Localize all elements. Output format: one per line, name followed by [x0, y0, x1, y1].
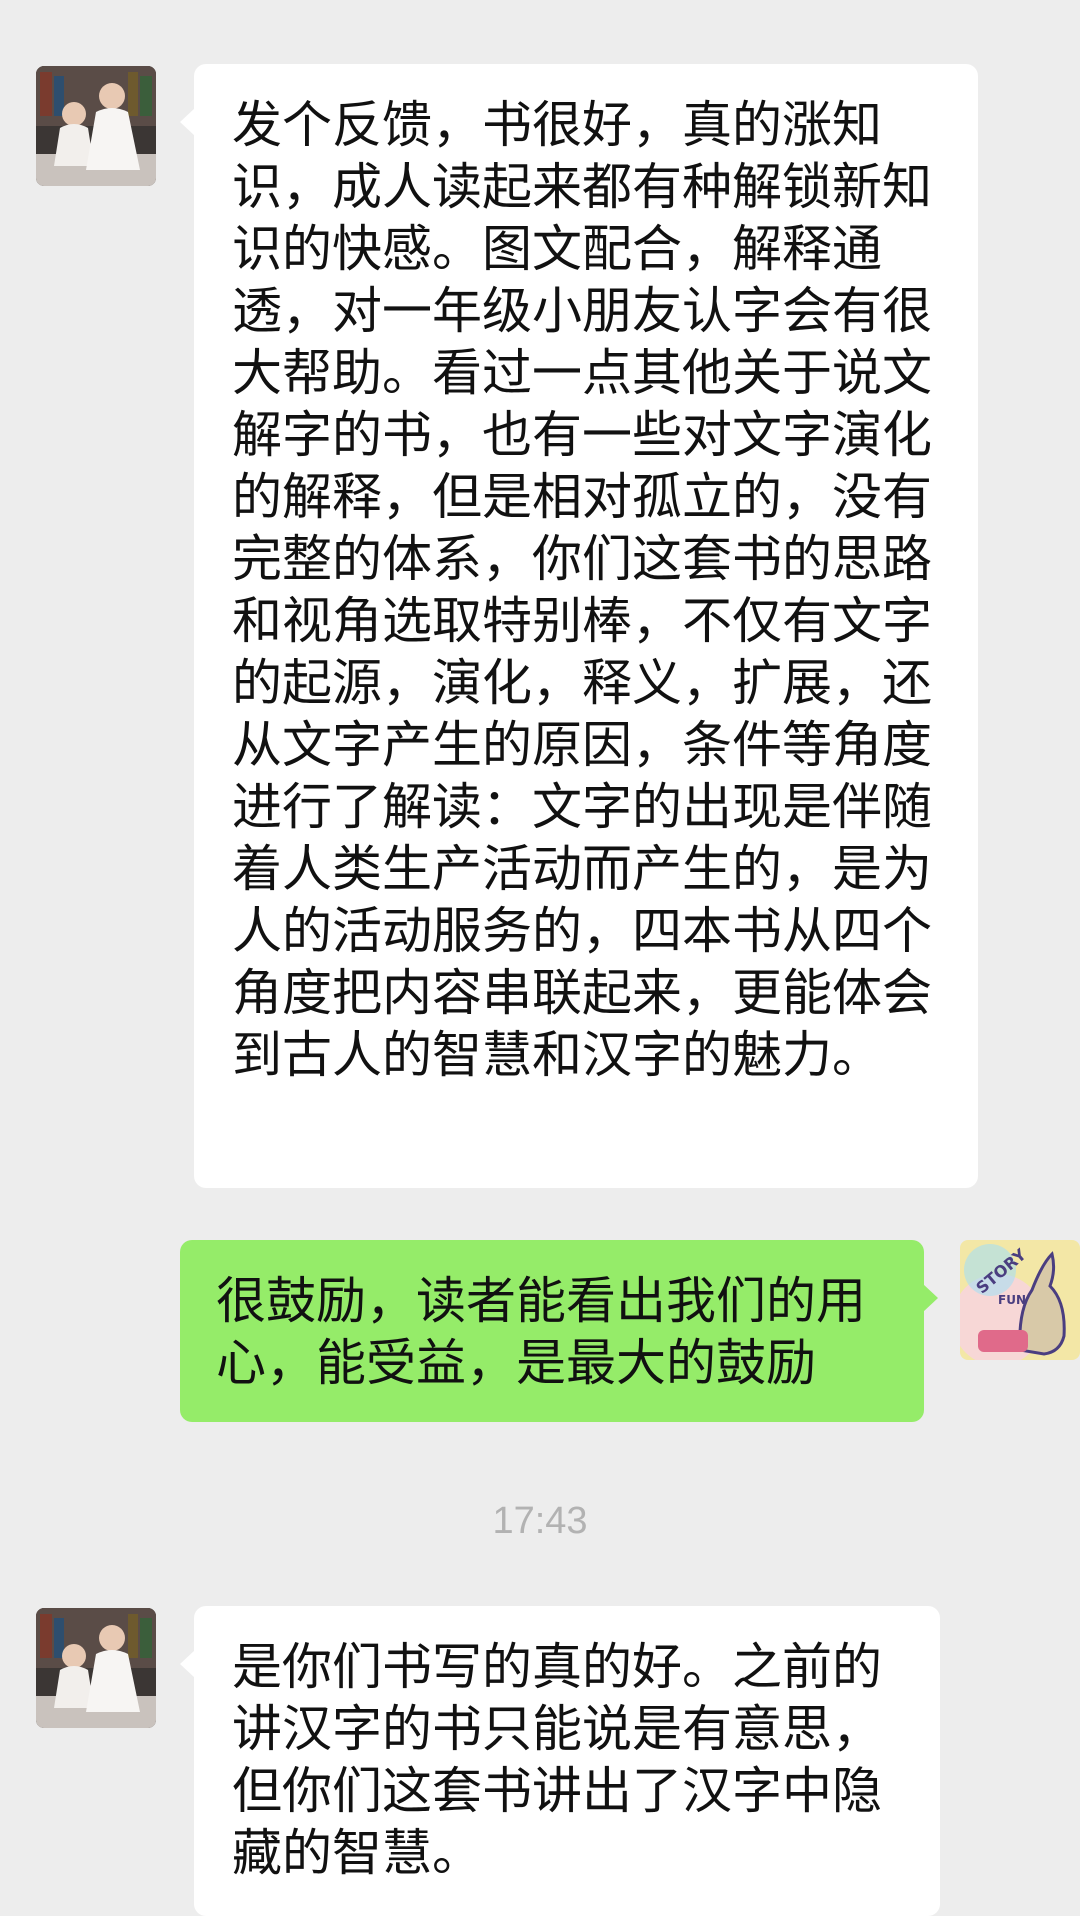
message-text: 是你们书写的真的好。之前的讲汉字的书只能说是有意思，但你们这套书讲出了汉字中隐藏…	[232, 1638, 882, 1882]
contact-photo-icon	[36, 66, 156, 186]
message-timestamp: 17:43	[492, 1500, 588, 1542]
contact-avatar-2[interactable]	[36, 1608, 156, 1728]
message-bubble-incoming-2[interactable]: 是你们书写的真的好。之前的讲汉字的书只能说是有意思，但你们这套书讲出了汉字中隐藏…	[180, 1606, 940, 1916]
message-text: 发个反馈，书很好，真的涨知识，成人读起来都有种解锁新知识的快感。图文配合，解释通…	[232, 96, 932, 1084]
bubble-tail	[180, 1650, 195, 1678]
message-text: 很鼓励，读者能看出我们的用心，能受益，是最大的鼓励	[216, 1272, 866, 1392]
story-fun-kangaroo-icon: STORY FUN	[960, 1240, 1080, 1360]
self-avatar[interactable]: STORY FUN	[960, 1240, 1080, 1360]
message-bubble-incoming-1[interactable]: 发个反馈，书很好，真的涨知识，成人读起来都有种解锁新知识的快感。图文配合，解释通…	[180, 64, 978, 1188]
bubble-tail	[180, 108, 195, 136]
message-bubble-outgoing-1[interactable]: 很鼓励，读者能看出我们的用心，能受益，是最大的鼓励	[180, 1240, 938, 1422]
svg-text:FUN: FUN	[998, 1293, 1026, 1307]
contact-photo-icon	[36, 1608, 156, 1728]
contact-avatar-1[interactable]	[36, 66, 156, 186]
bubble-tail	[923, 1284, 938, 1312]
